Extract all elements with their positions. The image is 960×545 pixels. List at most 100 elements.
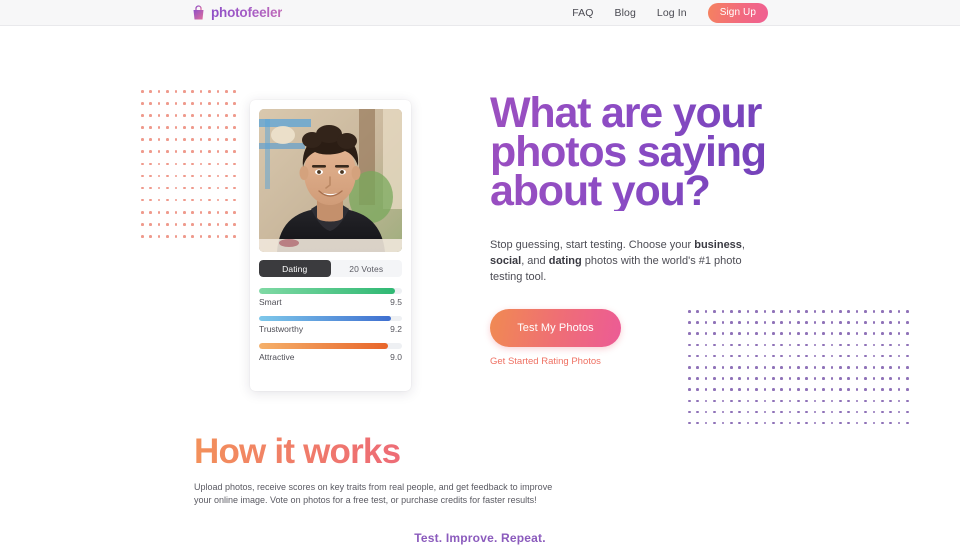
nav-link-faq[interactable]: FAQ xyxy=(572,7,593,19)
get-started-rating-link[interactable]: Get Started Rating Photos xyxy=(490,356,601,367)
decorative-dot xyxy=(771,377,775,380)
decorative-dot xyxy=(822,310,825,313)
trait-score: 9.0 xyxy=(390,351,402,362)
decorative-dot xyxy=(199,210,203,214)
decorative-dot xyxy=(746,399,750,403)
decorative-dot xyxy=(157,174,161,178)
decorative-dot xyxy=(897,377,901,380)
decorative-dot xyxy=(191,114,194,117)
decorative-dot xyxy=(704,388,708,391)
decorative-dot xyxy=(149,210,152,214)
decorative-dot xyxy=(729,421,733,425)
decorative-dot xyxy=(746,410,750,414)
decorative-dot xyxy=(216,102,220,105)
photo-result-card[interactable]: Dating 20 Votes Smart 9.5 Trustworthy 9.2 At… xyxy=(250,100,411,391)
decorative-dot xyxy=(880,421,884,425)
decorative-dot xyxy=(208,102,211,105)
decorative-dot xyxy=(897,399,901,403)
decorative-dot xyxy=(149,235,152,238)
decorative-dot xyxy=(889,354,892,358)
decorative-dot xyxy=(208,198,211,202)
nav-link-blog[interactable]: Blog xyxy=(615,7,636,19)
decorative-dot xyxy=(880,365,884,369)
decorative-dot xyxy=(224,138,228,141)
decorative-dot xyxy=(149,174,152,178)
decorative-dot xyxy=(797,343,800,347)
subcopy-part-1: Stop guessing, start testing. Choose you… xyxy=(490,239,695,251)
test-my-photos-button[interactable]: Test My Photos xyxy=(490,309,621,347)
decorative-dot xyxy=(755,377,758,380)
category-vote-toggle[interactable]: Dating 20 Votes xyxy=(259,260,402,277)
decorative-dot xyxy=(688,377,691,380)
decorative-dot xyxy=(174,102,178,105)
decorative-dot xyxy=(141,150,144,154)
decorative-dot xyxy=(805,421,809,425)
decorative-dot xyxy=(889,410,892,414)
category-tab-dating[interactable]: Dating xyxy=(259,260,331,277)
decorative-dot xyxy=(855,421,859,425)
decorative-dot xyxy=(182,162,186,166)
decorative-dot xyxy=(906,377,909,380)
dot-row xyxy=(688,377,915,388)
decorative-dot xyxy=(208,114,211,117)
decorative-dot xyxy=(805,410,809,414)
decorative-dot xyxy=(216,114,220,117)
decorative-dot xyxy=(208,223,211,226)
decorative-dot xyxy=(906,332,909,335)
dot-row xyxy=(141,150,242,162)
decorative-dot xyxy=(813,388,817,391)
decorative-dot xyxy=(174,223,178,226)
trait-item: Trustworthy 9.2 xyxy=(259,315,402,334)
dot-row xyxy=(141,162,242,175)
how-it-works-section: How it works Upload photos, receive scor… xyxy=(194,432,594,507)
dot-row xyxy=(688,399,915,411)
decorative-dot xyxy=(830,399,834,403)
decorative-dot xyxy=(822,354,825,358)
decorative-dot xyxy=(855,399,859,403)
dot-row xyxy=(688,388,915,399)
decorative-dot xyxy=(880,377,884,380)
decorative-dot xyxy=(233,162,236,166)
nav-link-login[interactable]: Log In xyxy=(657,7,687,19)
decorative-dot xyxy=(191,150,194,154)
decorative-dot xyxy=(906,410,909,414)
decorative-dot xyxy=(199,186,203,190)
brand-logo[interactable]: photofeeler xyxy=(192,5,283,20)
decorative-dot xyxy=(141,174,144,178)
decorative-dot xyxy=(788,399,792,403)
decorative-dot xyxy=(191,162,194,166)
decorative-dot xyxy=(797,388,800,391)
decorative-dot xyxy=(830,343,834,347)
decorative-dot xyxy=(906,321,909,324)
decorative-dot xyxy=(191,198,194,202)
decorative-dot xyxy=(696,399,699,403)
decorative-dot xyxy=(906,310,909,313)
decorative-dot xyxy=(872,377,876,380)
decorative-dot xyxy=(855,354,859,358)
decorative-dot xyxy=(864,388,867,391)
decorative-dot xyxy=(713,410,716,414)
decorative-dot xyxy=(813,377,817,380)
decorative-dot xyxy=(788,388,792,391)
decorative-dot xyxy=(208,138,211,141)
signup-button[interactable]: Sign Up xyxy=(707,2,768,23)
decorative-dot xyxy=(233,102,236,105)
decorative-dot xyxy=(847,399,851,403)
decorative-dot xyxy=(688,388,691,391)
decorative-dot xyxy=(696,377,699,380)
decorative-dot xyxy=(149,162,152,166)
decorative-dot xyxy=(224,174,228,178)
decorative-dot xyxy=(763,388,767,391)
decorative-dot xyxy=(157,126,161,129)
trait-name: Attractive xyxy=(259,351,295,362)
decorative-dot xyxy=(224,235,228,238)
decorative-dot xyxy=(788,377,792,380)
decorative-dot xyxy=(688,399,691,403)
trait-bar-fill xyxy=(259,343,388,349)
decorative-dot xyxy=(182,235,186,238)
decorative-dot xyxy=(813,310,817,313)
decorative-dot xyxy=(182,102,186,105)
decorative-dot xyxy=(233,235,236,238)
decorative-dot xyxy=(780,377,783,380)
decorative-dot xyxy=(157,186,161,190)
